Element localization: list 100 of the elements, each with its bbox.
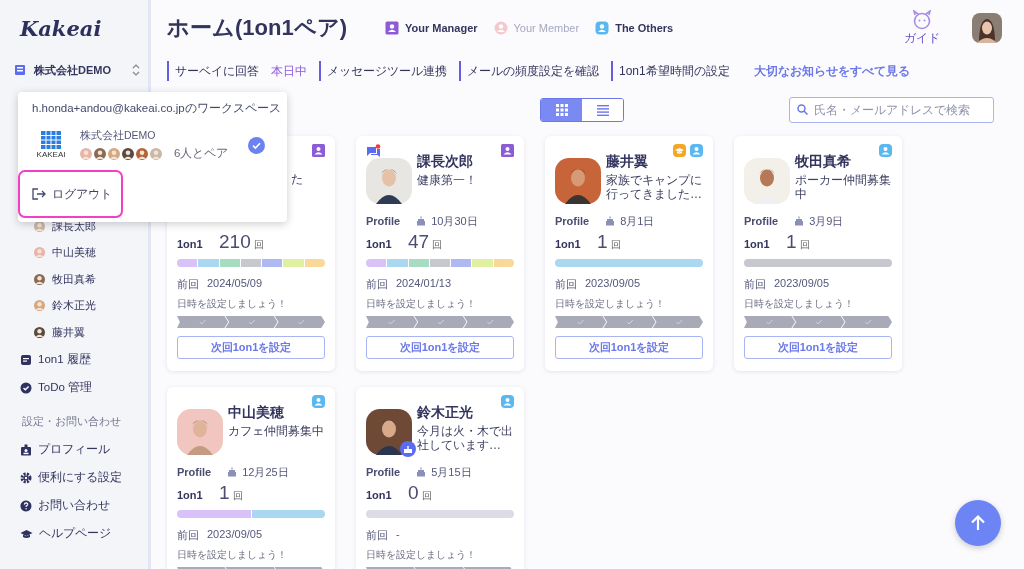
nav-item[interactable]: ToDo 管理 [0, 373, 148, 402]
count-unit: 回 [421, 489, 432, 503]
count-unit: 回 [253, 238, 264, 252]
legend-item: Your Member [493, 21, 580, 35]
notice-link[interactable]: サーベイに回答 [175, 62, 259, 80]
cake-icon [416, 216, 427, 226]
last-label: 前回 [177, 277, 199, 291]
birthday-date: 5月15日 [431, 464, 472, 480]
stat-label: 1on1 [555, 238, 582, 250]
member-bio: 今月は火・木で出社しています… [417, 424, 514, 453]
cake-icon [605, 216, 616, 226]
count-unit: 回 [799, 238, 810, 252]
stat-label: 1on1 [744, 238, 771, 250]
schedule-button[interactable]: 次回1on1を設定 [366, 336, 514, 359]
arrow-up-icon [969, 514, 987, 532]
scroll-top-button[interactable] [955, 500, 1001, 546]
check-circle-icon [20, 381, 32, 394]
list-view-button[interactable] [582, 99, 623, 121]
member-item[interactable]: 鈴木正光 [0, 292, 148, 319]
stat-label: 1on1 [177, 238, 204, 250]
logo: Kakeai [18, 15, 103, 43]
cake-icon [794, 216, 805, 226]
schedule-button[interactable]: 次回1on1を設定 [744, 336, 892, 359]
graduation-cap-icon [673, 144, 686, 157]
guide-button[interactable]: ガイド [904, 9, 940, 47]
grid-view-button[interactable] [541, 99, 582, 121]
schedule-prompt: 日時を設定しましょう！ [177, 548, 288, 562]
member-item[interactable]: 藤井翼 [0, 319, 148, 346]
last-date: 2023/09/05 [207, 528, 263, 542]
last-date: 2023/09/05 [774, 277, 830, 291]
nav-item[interactable]: お問い合わせ [0, 491, 148, 520]
last-label: 前回 [744, 277, 766, 291]
meeting-count: 1 [219, 482, 230, 504]
logout-button[interactable]: ログアウト [18, 170, 123, 218]
member-bio: 家族でキャンプに行ってきました… [606, 173, 703, 202]
workspace-selector[interactable]: 株式会社DEMO [0, 56, 140, 84]
member-bio: カフェ仲間募集中 [228, 424, 324, 439]
last-date: 2023/09/05 [585, 277, 641, 291]
profile-link[interactable]: Profile [366, 215, 401, 227]
member-item[interactable]: 牧田真希 [0, 266, 148, 293]
person-icon [312, 144, 325, 157]
notice-link[interactable]: メールの頻度設定を確認 [467, 62, 599, 80]
logout-icon [32, 188, 46, 200]
notice-link[interactable]: 1on1希望時間の設定 [619, 62, 730, 80]
person-icon [312, 395, 325, 408]
nav-item[interactable]: 1on1 履歴 [0, 345, 148, 374]
pair-count: 6人とペア [174, 146, 229, 161]
last-date: - [396, 528, 400, 542]
nav-item[interactable]: ヘルプページ [0, 519, 148, 548]
all-notices-link[interactable]: 大切なお知らせをすべて見る [753, 62, 910, 80]
cake-icon [227, 467, 238, 477]
section-title: 設定・お問い合わせ [21, 413, 122, 429]
profile-link[interactable]: Profile [555, 215, 590, 227]
birthday-date: 8月1日 [620, 213, 655, 229]
last-date: 2024/01/13 [396, 277, 452, 291]
meeting-count: 47 [408, 231, 430, 253]
schedule-prompt: 日時を設定しましょう！ [177, 297, 288, 311]
schedule-prompt: 日時を設定しましょう！ [366, 297, 477, 311]
person-icon [493, 21, 508, 35]
workspace-email: h.honda+andou@kakeai.co.jpのワークスペース [31, 101, 282, 116]
birthday-date: 12月25日 [242, 464, 289, 480]
notice-link[interactable]: メッセージツール連携 [327, 62, 447, 80]
note-icon [20, 353, 32, 366]
person-icon [879, 144, 892, 157]
search-field[interactable]: 氏名・メールアドレスで検索 [789, 97, 994, 123]
id-badge-icon [20, 443, 32, 456]
count-unit: 回 [610, 238, 621, 252]
member-name: 中山美穂 [228, 404, 285, 422]
legend-item: The Others [595, 21, 674, 35]
profile-link[interactable]: Profile [366, 466, 401, 478]
meeting-count: 0 [408, 482, 419, 504]
stat-label: 1on1 [366, 489, 393, 501]
meeting-count: 1 [786, 231, 797, 253]
nav-item[interactable]: 便利にする設定 [0, 463, 148, 492]
member-bio: た [291, 172, 303, 187]
meeting-count: 210 [219, 231, 251, 253]
member-bio: ポーカー仲間募集中 [795, 173, 892, 202]
person-icon [595, 21, 610, 35]
schedule-prompt: 日時を設定しましょう！ [555, 297, 666, 311]
person-icon [690, 144, 703, 157]
grid-logo-icon [41, 131, 61, 149]
character-icon [910, 9, 934, 30]
schedule-button[interactable]: 次回1on1を設定 [177, 336, 325, 359]
member-name: 課長次郎 [417, 153, 474, 171]
last-label: 前回 [177, 528, 199, 542]
member-name: 鈴木正光 [417, 404, 474, 422]
count-unit: 回 [232, 489, 243, 503]
member-item[interactable]: 中山美穂 [0, 239, 148, 266]
profile-link[interactable]: Profile [744, 215, 779, 227]
count-unit: 回 [432, 238, 443, 252]
list-icon [596, 104, 609, 116]
last-label: 前回 [555, 277, 577, 291]
graduation-cap-icon [20, 527, 33, 540]
help-icon [20, 499, 32, 512]
person-icon [501, 395, 514, 408]
schedule-button[interactable]: 次回1on1を設定 [555, 336, 703, 359]
profile-link[interactable]: Profile [177, 466, 212, 478]
nav-item[interactable]: プロフィール [0, 435, 148, 464]
search-icon [797, 104, 808, 115]
schedule-prompt: 日時を設定しましょう！ [366, 548, 477, 562]
